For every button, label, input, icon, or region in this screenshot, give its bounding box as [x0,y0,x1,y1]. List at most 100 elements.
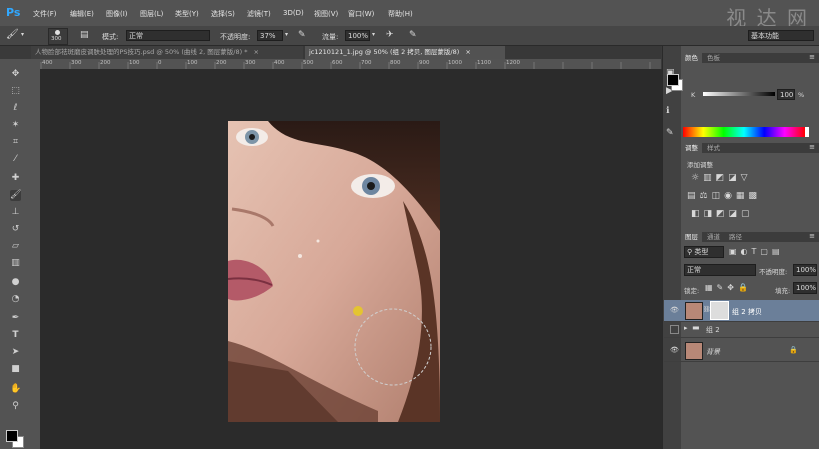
k-value-input[interactable]: 100 [777,89,795,100]
mode-select-value: 正常 [129,32,143,40]
tab-channels[interactable]: 通道 [703,232,724,242]
shape-tool-icon[interactable]: ■ [10,364,21,375]
ruler-tick-label: 900 [419,60,430,66]
tab-swatches[interactable]: 色板 [703,53,724,63]
tab-adjustments[interactable]: 调整 [681,143,702,153]
flow-dropdown-icon[interactable]: ▾ [372,31,375,38]
visibility-eye-icon[interactable]: 👁 [670,306,679,314]
menu-edit[interactable]: 编辑(E) [70,9,94,19]
tab-styles[interactable]: 样式 [703,143,724,153]
adjustment-icons-row-3[interactable]: ◧◨◩◪▢ [691,209,754,219]
white-swatch[interactable] [805,127,809,137]
history-brush-tool-icon[interactable]: ↺ [10,224,21,235]
ruler-tick-label: 1100 [477,60,491,66]
hand-tool-icon[interactable]: ✋ [10,384,21,395]
panel-menu-icon[interactable]: ≡ [809,232,815,240]
flow-value: 100% [348,32,369,40]
opacity-input[interactable]: 37% [257,30,283,41]
airbrush-icon[interactable]: ✈ [386,30,394,40]
menu-file[interactable]: 文件(F) [33,9,57,19]
folder-icon: ▬ [692,323,700,332]
menu-image[interactable]: 图像(I) [106,9,128,19]
pen-tool-icon[interactable]: ✒ [10,313,21,324]
foreground-color-swatch[interactable] [6,430,18,442]
menu-window[interactable]: 窗口(W) [348,9,374,19]
app-logo: Ps [6,6,21,19]
layer-filter-icons[interactable]: ▣◐T▢▤ [729,247,784,256]
document-image[interactable] [228,121,440,422]
layer-opacity-input[interactable]: 100% [793,264,817,276]
marquee-tool-icon[interactable]: ⬚ [10,86,21,97]
properties-panel-icon[interactable]: ℹ [666,106,669,116]
tab-layers[interactable]: 图层 [681,232,702,242]
brush-preset-picker[interactable]: 300 [48,28,68,45]
vertical-ruler [31,69,40,449]
lasso-tool-icon[interactable]: ℓ [10,103,21,114]
tab-paths[interactable]: 路径 [725,232,746,242]
menu-layer[interactable]: 图层(L) [140,9,163,19]
workspace-select[interactable]: 基本功能 [748,30,814,41]
menu-view[interactable]: 视图(V) [314,9,338,19]
visibility-eye-icon[interactable]: 👁 [670,346,679,354]
menu-filter[interactable]: 滤镜(T) [247,9,271,19]
panel-menu-icon[interactable]: ≡ [809,53,815,61]
zoom-tool-icon[interactable]: ⚲ [10,401,21,412]
eraser-tool-icon[interactable]: ▱ [10,241,21,252]
opacity-dropdown-icon[interactable]: ▾ [285,31,288,38]
tab-document-1[interactable]: 人物脸部祛斑磨皮调肤处理的PS技巧.psd @ 50% (曲线 2, 图层蒙版/… [31,46,303,59]
move-tool-icon[interactable]: ✥ [10,69,21,80]
visibility-toggle-off[interactable] [670,325,679,334]
layer-row-group[interactable]: ▸ ▬ 组 2 [664,322,819,338]
brush-tool-icon[interactable]: 🖌 [10,190,21,201]
foreground-color-swatch[interactable] [667,74,679,86]
brush-panel-icon[interactable]: ▤ [80,30,89,40]
color-spectrum-ramp[interactable] [683,127,805,137]
k-slider-track[interactable] [703,92,775,96]
pressure-size-icon[interactable]: ✎ [409,30,417,40]
brush-tool-icon[interactable]: 🖌 [6,29,19,40]
type-tool-icon[interactable]: T [10,330,21,341]
menu-3d[interactable]: 3D(D) [283,9,304,17]
ruler-tick-label: 800 [390,60,401,66]
blend-mode-select[interactable]: 正常 [684,264,756,276]
menu-select[interactable]: 选择(S) [211,9,235,19]
layer-name[interactable]: 组 2 拷贝 [732,307,762,317]
dodge-tool-icon[interactable]: ◔ [10,294,21,305]
panel-menu-icon[interactable]: ≡ [809,143,815,151]
fill-input[interactable]: 100% [793,282,817,294]
adjustment-icons-row-1[interactable]: ☼▥◩◪▽ [691,173,752,183]
brush-tip-icon [55,30,60,35]
layer-mask-thumbnail[interactable] [710,301,729,320]
mode-select[interactable]: 正常 [126,30,210,41]
close-icon[interactable]: × [254,48,259,56]
gradient-tool-icon[interactable]: ▥ [10,258,21,269]
layer-row-background[interactable]: 👁 背景 🔒 [664,340,819,362]
tab-document-2-label: jc1210121_1.jpg @ 50% (组 2 拷贝, 图层蒙版/8) [309,48,460,56]
layer-row-selected[interactable]: 👁 ⛓ 组 2 拷贝 [664,300,819,322]
adjustment-icons-row-2[interactable]: ▤⚖◫◉▦▩ [687,191,761,201]
layer-name[interactable]: 组 2 [706,325,720,335]
eyedropper-tool-icon[interactable]: ⁄ [10,154,21,165]
menu-type[interactable]: 类型(Y) [175,9,199,19]
clone-stamp-tool-icon[interactable]: ⊥ [10,207,21,218]
chevron-right-icon[interactable]: ▸ [684,324,688,332]
magic-wand-tool-icon[interactable]: ✶ [10,120,21,131]
crop-tool-icon[interactable]: ⌗ [10,137,21,148]
close-icon[interactable]: × [465,48,470,56]
tab-color[interactable]: 颜色 [681,53,702,63]
collapsed-panel-dock: ▣ ▶ ℹ ✎ [662,46,681,449]
layer-name[interactable]: 背景 [706,347,720,357]
tab-document-2[interactable]: jc1210121_1.jpg @ 50% (组 2 拷贝, 图层蒙版/8) × [305,46,505,59]
lock-icons[interactable]: ▦✎✥🔒 [705,283,752,292]
brush-presets-icon[interactable]: ✎ [666,128,674,138]
menu-help[interactable]: 帮助(H) [388,9,413,19]
flow-input[interactable]: 100% [345,30,370,41]
menu-bar: Ps 文件(F) 编辑(E) 图像(I) 图层(L) 类型(Y) 选择(S) 滤… [0,0,819,30]
path-selection-tool-icon[interactable]: ➤ [10,347,21,358]
ruler-tick-label: 300 [245,60,256,66]
pressure-opacity-icon[interactable]: ✎ [298,30,306,40]
chevron-down-icon[interactable]: ▾ [21,31,24,38]
layer-filter-select[interactable]: ⚲ 类型 [684,246,724,258]
healing-brush-tool-icon[interactable]: ✚ [10,173,21,184]
blur-tool-icon[interactable]: ● [10,277,21,288]
